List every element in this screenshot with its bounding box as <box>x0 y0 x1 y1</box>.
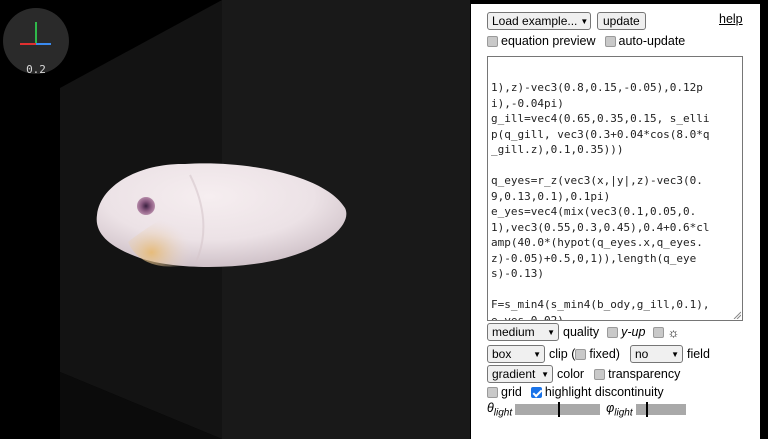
phi-light-subscript: light <box>614 407 633 419</box>
equation-textarea[interactable]: 1),z)-vec3(0.8,0.15,-0.05),0.12p i),-0.04… <box>487 56 743 321</box>
color-select-value: gradient <box>492 367 536 381</box>
code-line: _gill.z),0.1,0.35))) <box>491 143 624 156</box>
clip-label: clip ( <box>549 347 576 361</box>
quality-select[interactable]: medium ▼ <box>487 323 559 341</box>
code-line: F=s_min4(s_min4(b_ody,g_ill,0.1), <box>491 298 710 311</box>
chevron-down-icon: ▼ <box>533 349 541 359</box>
load-example-label: Load example... <box>492 14 578 28</box>
update-button[interactable]: update <box>597 12 646 30</box>
auto-update-checkbox[interactable] <box>604 35 616 47</box>
field-select[interactable]: no ▼ <box>629 345 683 363</box>
chevron-down-icon: ▼ <box>580 16 589 26</box>
chevron-down-icon: ▼ <box>547 327 555 337</box>
code-line: s)-0.13) <box>491 267 544 280</box>
quality-label: quality <box>563 325 600 339</box>
resize-grip-icon[interactable] <box>733 311 741 319</box>
transparency-label: transparency <box>608 367 681 381</box>
theta-light-label: θlight <box>487 401 512 419</box>
code-line: 9,0.13,0.1),0.1pi) <box>491 189 611 203</box>
theta-light-slider[interactable] <box>515 402 601 418</box>
code-line: z)-0.05)+0.5,0,1)),length(q_eye <box>491 251 697 265</box>
equation-preview-label: equation preview <box>501 34 596 48</box>
light-toggle-checkbox[interactable] <box>653 326 665 338</box>
help-link[interactable]: help <box>719 12 743 26</box>
y-up-label: y-up <box>621 325 646 339</box>
code-line: amp(40.0*(hypot(q_eyes.x,q_eyes. <box>491 236 703 249</box>
axis-scale-label: 0.2 <box>26 63 46 76</box>
theta-light-subscript: light <box>493 407 513 419</box>
y-up-checkbox[interactable] <box>607 326 619 338</box>
highlight-discontinuity-label: highlight discontinuity <box>544 385 664 399</box>
code-line: 1),vec3(0.55,0.3,0.45),0.4+0.6*cl <box>491 220 710 234</box>
chevron-down-icon: ▼ <box>671 349 679 359</box>
color-label: color <box>557 367 585 381</box>
axis-gizmo[interactable]: 0.2 <box>3 8 69 76</box>
code-line: g_ill=vec4(0.65,0.35,0.15, s_elli <box>491 112 710 125</box>
highlight-discontinuity-checkbox[interactable] <box>530 386 542 398</box>
phi-light-thumb[interactable] <box>645 402 648 418</box>
theta-light-thumb[interactable] <box>557 402 560 418</box>
transparency-checkbox[interactable] <box>594 368 606 380</box>
fixed-checkbox[interactable] <box>575 348 587 360</box>
code-line: e_yes,0.02) <box>491 313 564 321</box>
equation-preview-checkbox[interactable] <box>487 35 498 47</box>
code-line: i),-0.04pi) <box>491 96 564 110</box>
grid-checkbox[interactable] <box>487 386 498 398</box>
code-line: e_yes=vec4(mix(vec3(0.1,0.05,0. <box>491 205 697 218</box>
control-panel: Load example... ▼ update help equation p… <box>471 4 760 439</box>
code-line: q_eyes=r_z(vec3(x,|y|,z)-vec3(0. <box>491 174 703 187</box>
phi-light-slider[interactable] <box>635 402 686 418</box>
load-example-select[interactable]: Load example... ▼ <box>487 12 591 30</box>
clip-select[interactable]: box ▼ <box>487 345 545 363</box>
code-line: p(q_gill, vec3(0.3+0.04*cos(8.0*q <box>491 127 710 141</box>
chevron-down-icon: ▼ <box>541 369 549 379</box>
quality-select-value: medium <box>492 325 535 339</box>
color-select[interactable]: gradient ▼ <box>487 365 553 383</box>
auto-update-label: auto-update <box>618 34 686 48</box>
field-label: field <box>686 347 710 361</box>
clip-select-value: box <box>492 347 512 361</box>
code-line: 1),z)-vec3(0.8,0.15,-0.05),0.12p <box>491 81 703 94</box>
sun-icon: ☼ <box>667 324 680 340</box>
grid-label: grid <box>501 385 522 399</box>
phi-light-label: φlight <box>606 401 633 419</box>
fixed-label: fixed) <box>589 347 620 361</box>
eye <box>137 197 155 215</box>
field-select-value: no <box>634 347 649 361</box>
theta-symbol: θ <box>487 401 494 415</box>
